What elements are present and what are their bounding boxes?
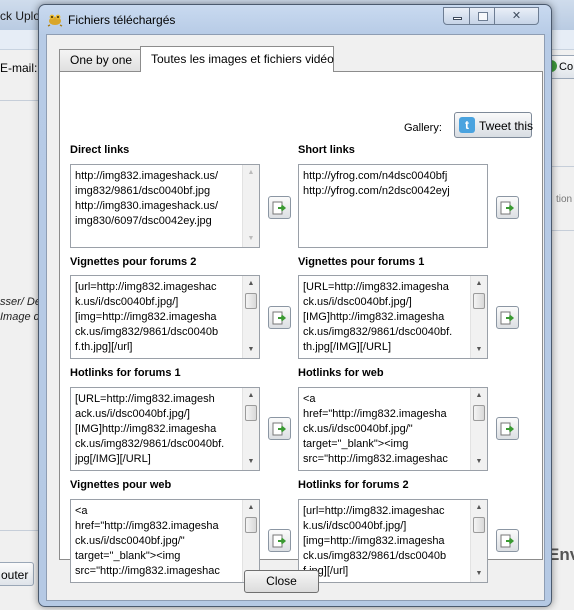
- vignettes-forums-1-label: Vignettes pour forums 1: [298, 256, 425, 268]
- close-button[interactable]: Close: [244, 570, 319, 593]
- copy-hotlinks-web-button[interactable]: [496, 417, 519, 440]
- background-divider: [552, 166, 574, 167]
- scroll-thumb[interactable]: [473, 293, 485, 309]
- vignettes-forums-2-label: Vignettes pour forums 2: [70, 256, 197, 268]
- scroll-up-icon[interactable]: ▲: [243, 165, 259, 181]
- maximize-icon: [478, 12, 488, 21]
- scrollbar[interactable]: ▲ ▼: [242, 165, 259, 247]
- close-window-button[interactable]: ✕: [494, 7, 539, 25]
- copy-to-clipboard-icon: [272, 422, 287, 436]
- tab-label: One by one: [70, 53, 133, 67]
- scroll-down-icon[interactable]: ▼: [471, 454, 487, 470]
- minimize-icon: [453, 17, 462, 20]
- email-label: E-mail:: [0, 61, 38, 75]
- vignettes-forums-1-text: [URL=http://img832.imagesha ck.us/i/dsc0…: [303, 281, 453, 353]
- vignettes-forums-2-textbox[interactable]: [url=http://img832.imageshac k.us/i/dsc0…: [70, 275, 260, 359]
- background-title: ck Uplo: [0, 9, 41, 23]
- copy-to-clipboard-icon: [272, 534, 287, 548]
- copy-vignettes-forums-1-button[interactable]: [496, 306, 519, 329]
- hotlinks-web-text: <a href="http://img832.imagesha ck.us/i/…: [303, 393, 448, 465]
- dialog-title: Fichiers téléchargés: [68, 13, 176, 27]
- tab-one-by-one[interactable]: One by one: [59, 49, 141, 71]
- maximize-button[interactable]: [469, 7, 495, 25]
- scroll-thumb[interactable]: [245, 293, 257, 309]
- background-add-button[interactable]: outer: [0, 562, 34, 586]
- direct-links-textbox[interactable]: http://img832.imageshack.us/ img832/9861…: [70, 164, 260, 248]
- copy-short-links-button[interactable]: [496, 196, 519, 219]
- scroll-up-icon[interactable]: ▲: [243, 500, 259, 516]
- scroll-up-icon[interactable]: ▲: [243, 388, 259, 404]
- scroll-up-icon[interactable]: ▲: [243, 276, 259, 292]
- background-divider: [552, 230, 574, 231]
- tab-label: Toutes les images et fichiers vidéo: [151, 52, 334, 66]
- copy-to-clipboard-icon: [500, 422, 515, 436]
- background-divider: [0, 530, 40, 531]
- tab-all-images-and-videos[interactable]: Toutes les images et fichiers vidéo: [140, 46, 334, 72]
- vignettes-web-text: <a href="http://img832.imagesha ck.us/i/…: [75, 505, 220, 577]
- background-add-label: outer: [1, 568, 29, 582]
- hotlinks-forums-2-label: Hotlinks for forums 2: [298, 479, 409, 491]
- scroll-thumb[interactable]: [473, 517, 485, 533]
- scroll-up-icon[interactable]: ▲: [471, 500, 487, 516]
- scrollbar[interactable]: ▲ ▼: [242, 276, 259, 358]
- scroll-thumb[interactable]: [473, 405, 485, 421]
- copy-hotlinks-forums-1-button[interactable]: [268, 417, 291, 440]
- frog-icon: [47, 14, 63, 27]
- scroll-down-icon[interactable]: ▼: [243, 454, 259, 470]
- scrollbar[interactable]: ▲ ▼: [470, 276, 487, 358]
- scrollbar[interactable]: ▲ ▼: [470, 388, 487, 470]
- scroll-down-icon[interactable]: ▼: [471, 342, 487, 358]
- copy-vignettes-forums-2-button[interactable]: [268, 306, 291, 329]
- gallery-label: Gallery:: [404, 122, 442, 134]
- close-icon: ✕: [511, 10, 522, 22]
- copy-direct-links-button[interactable]: [268, 196, 291, 219]
- direct-links-label: Direct links: [70, 144, 130, 156]
- twitter-bird-icon: t: [459, 117, 475, 133]
- close-button-label: Close: [266, 574, 297, 588]
- copy-to-clipboard-icon: [500, 534, 515, 548]
- background-italic-text-1: sser/ De: [0, 296, 41, 308]
- tab-panel: Gallery: t Tweet this Direct links http:…: [59, 71, 543, 583]
- vignettes-web-textbox[interactable]: <a href="http://img832.imagesha ck.us/i/…: [70, 499, 260, 583]
- scrollbar[interactable]: ▲ ▼: [470, 500, 487, 582]
- copy-to-clipboard-icon: [272, 311, 287, 325]
- scroll-up-icon[interactable]: ▲: [471, 388, 487, 404]
- hotlinks-forums-2-text: [url=http://img832.imageshac k.us/i/dsc0…: [303, 505, 447, 577]
- hotlinks-forums-1-label: Hotlinks for forums 1: [70, 367, 181, 379]
- direct-links-text: http://img832.imageshack.us/ img832/9861…: [75, 170, 219, 227]
- scroll-thumb[interactable]: [245, 517, 257, 533]
- vignettes-forums-1-textbox[interactable]: [URL=http://img832.imagesha ck.us/i/dsc0…: [298, 275, 488, 359]
- scroll-thumb[interactable]: [245, 405, 257, 421]
- copy-to-clipboard-icon: [500, 201, 515, 215]
- short-links-label: Short links: [298, 144, 355, 156]
- scroll-up-icon[interactable]: ▲: [471, 276, 487, 292]
- background-divider: [0, 100, 40, 101]
- vignettes-web-label: Vignettes pour web: [70, 479, 172, 491]
- short-links-textbox[interactable]: http://yfrog.com/n4dsc0040bfj http://yfr…: [298, 164, 488, 248]
- tweet-this-button[interactable]: t Tweet this: [454, 112, 534, 138]
- scrollbar[interactable]: ▲ ▼: [242, 388, 259, 470]
- background-italic-text-2: Image d: [0, 311, 40, 323]
- minimize-button[interactable]: [443, 7, 470, 25]
- copy-to-clipboard-icon: [500, 311, 515, 325]
- copy-hotlinks-forums-2-button[interactable]: [496, 529, 519, 552]
- hotlinks-forums-2-textbox[interactable]: [url=http://img832.imageshac k.us/i/dsc0…: [298, 499, 488, 583]
- tweet-label: Tweet this: [479, 119, 534, 133]
- dialog-titlebar[interactable]: Fichiers téléchargés ✕: [39, 5, 551, 33]
- scroll-down-icon[interactable]: ▼: [243, 231, 259, 247]
- hotlinks-web-label: Hotlinks for web: [298, 367, 384, 379]
- background-connect-label: Co: [559, 61, 574, 73]
- vignettes-forums-2-text: [url=http://img832.imageshac k.us/i/dsc0…: [75, 281, 219, 353]
- scroll-down-icon[interactable]: ▼: [471, 566, 487, 582]
- copy-to-clipboard-icon: [272, 201, 287, 215]
- uploaded-files-dialog: Fichiers téléchargés ✕ One by one Toutes…: [38, 4, 552, 607]
- hotlinks-forums-1-textbox[interactable]: [URL=http://img832.imagesh ack.us/i/dsc0…: [70, 387, 260, 471]
- short-links-text: http://yfrog.com/n4dsc0040bfj http://yfr…: [303, 170, 450, 197]
- hotlinks-web-textbox[interactable]: <a href="http://img832.imagesha ck.us/i/…: [298, 387, 488, 471]
- scroll-down-icon[interactable]: ▼: [243, 342, 259, 358]
- dialog-client-area: One by one Toutes les images et fichiers…: [46, 34, 545, 601]
- copy-vignettes-web-button[interactable]: [268, 529, 291, 552]
- background-side-text: tion d: [556, 194, 574, 205]
- hotlinks-forums-1-text: [URL=http://img832.imagesh ack.us/i/dsc0…: [75, 393, 225, 465]
